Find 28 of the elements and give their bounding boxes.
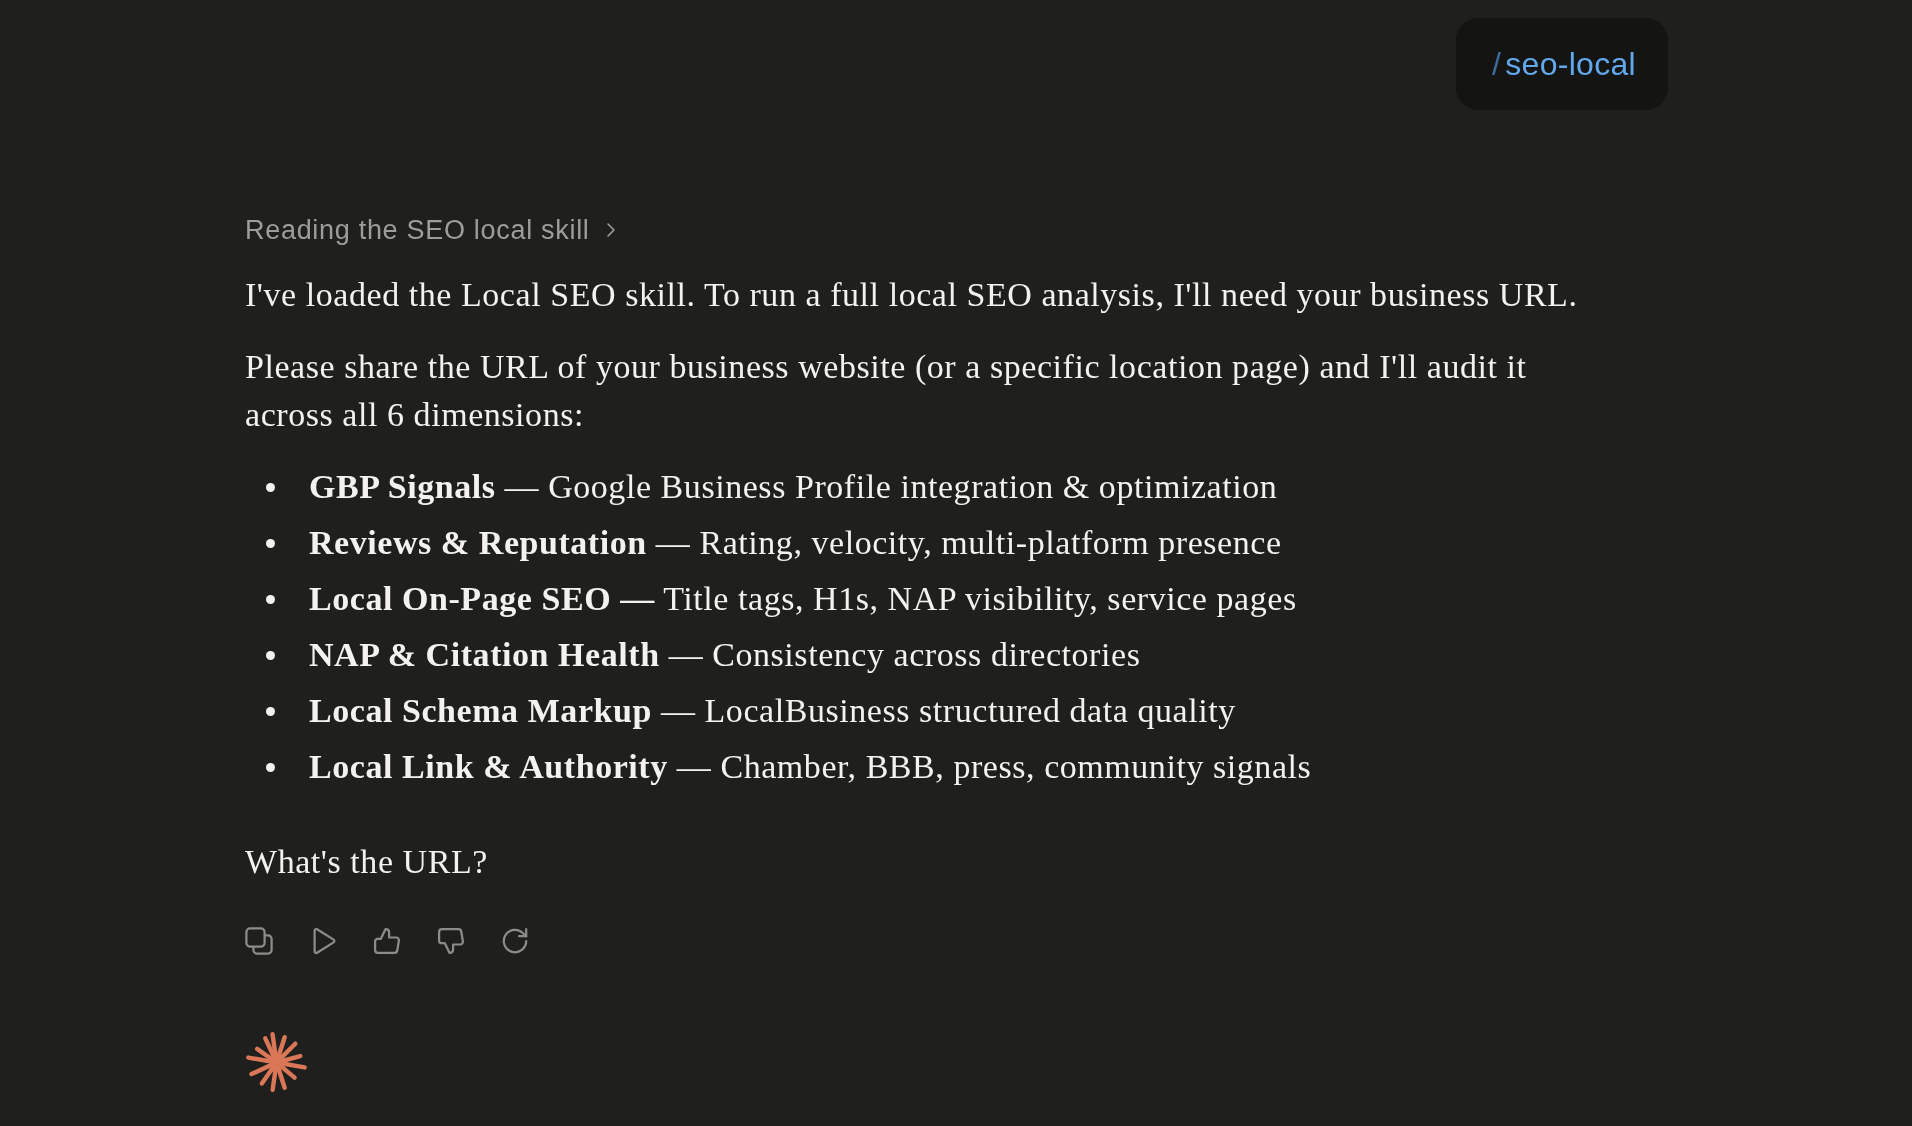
copy-icon	[245, 927, 273, 955]
thumbs-down-button[interactable]	[437, 927, 465, 955]
response-paragraph: I've loaded the Local SEO skill. To run a full local SEO analysis, I'll need your business URL.	[245, 275, 1579, 315]
starburst-icon	[245, 1031, 308, 1094]
list-item-text: Reviews & Reputation — Rating, velocity, multi-platform presence	[309, 523, 1282, 563]
list-item-text: Local Schema Markup — LocalBusiness structured data quality	[309, 691, 1236, 731]
retry-icon	[501, 927, 529, 955]
thumbs-down-icon	[437, 927, 465, 955]
bullet-icon	[266, 650, 275, 660]
response-paragraph: Please share the URL of your business website (or a specific location page) and I'll audit it across all 6 dimensions:	[245, 347, 1528, 435]
bullet-icon	[266, 538, 275, 548]
list-item-text: GBP Signals — Google Business Profile integration & optimization	[309, 467, 1278, 507]
list-item-text: NAP & Citation Health — Consistency across directories	[309, 635, 1141, 675]
bullet-icon	[266, 762, 275, 772]
retry-button[interactable]	[501, 927, 529, 955]
list-item-text: Local Link & Authority — Chamber, BBB, press, community signals	[309, 747, 1312, 787]
command-slash: /	[1492, 45, 1502, 84]
list-item-text: Local On-Page SEO — Title tags, H1s, NAP visibility, service pages	[309, 579, 1297, 619]
bullet-icon	[266, 482, 275, 492]
thumbs-up-button[interactable]	[373, 927, 401, 955]
bullet-icon	[266, 594, 275, 604]
chevron-right-icon	[605, 222, 616, 238]
command-name: seo-local	[1505, 45, 1636, 84]
copy-button[interactable]	[245, 927, 273, 955]
bullet-icon	[266, 706, 275, 716]
response-question: What's the URL?	[245, 842, 489, 882]
skill-status-toggle[interactable]: Reading the SEO local skill	[245, 213, 616, 247]
thumbs-up-icon	[373, 927, 401, 955]
